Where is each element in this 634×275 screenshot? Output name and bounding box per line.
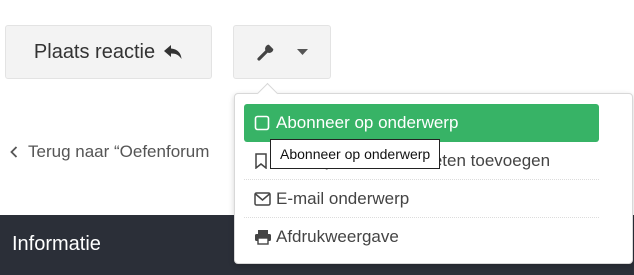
reply-icon xyxy=(163,44,183,60)
tooltip: Abonneer op onderwerp xyxy=(270,139,441,169)
caret-down-icon xyxy=(296,48,308,56)
menu-item-label: Abonneer op onderwerp xyxy=(276,113,459,132)
square-icon xyxy=(254,115,272,131)
post-reply-button[interactable]: Plaats reactie xyxy=(5,25,212,79)
menu-item-label: Afdrukweergave xyxy=(276,227,399,246)
back-link-label: Terug naar “Oefenforum xyxy=(28,142,210,161)
information-heading: Informatie xyxy=(12,233,101,255)
wrench-icon xyxy=(256,43,275,61)
topic-tools-dropdown: Abonneer op onderwerp Bladwijzer aan fav… xyxy=(234,82,633,264)
menu-item-label: E-mail onderwerp xyxy=(276,188,410,208)
menu-item-print[interactable]: Afdrukweergave xyxy=(244,218,599,256)
menu-item-email[interactable]: E-mail onderwerp xyxy=(244,180,599,218)
envelope-icon xyxy=(254,191,272,206)
topic-tools-button[interactable] xyxy=(233,25,331,79)
menu-item-subscribe[interactable]: Abonneer op onderwerp xyxy=(244,104,599,142)
dropdown-pointer xyxy=(256,82,279,105)
chevron-left-icon xyxy=(10,146,18,158)
post-reply-label: Plaats reactie xyxy=(33,40,156,63)
print-icon xyxy=(254,229,272,245)
back-to-forum-link[interactable]: Terug naar “Oefenforum xyxy=(10,142,209,162)
